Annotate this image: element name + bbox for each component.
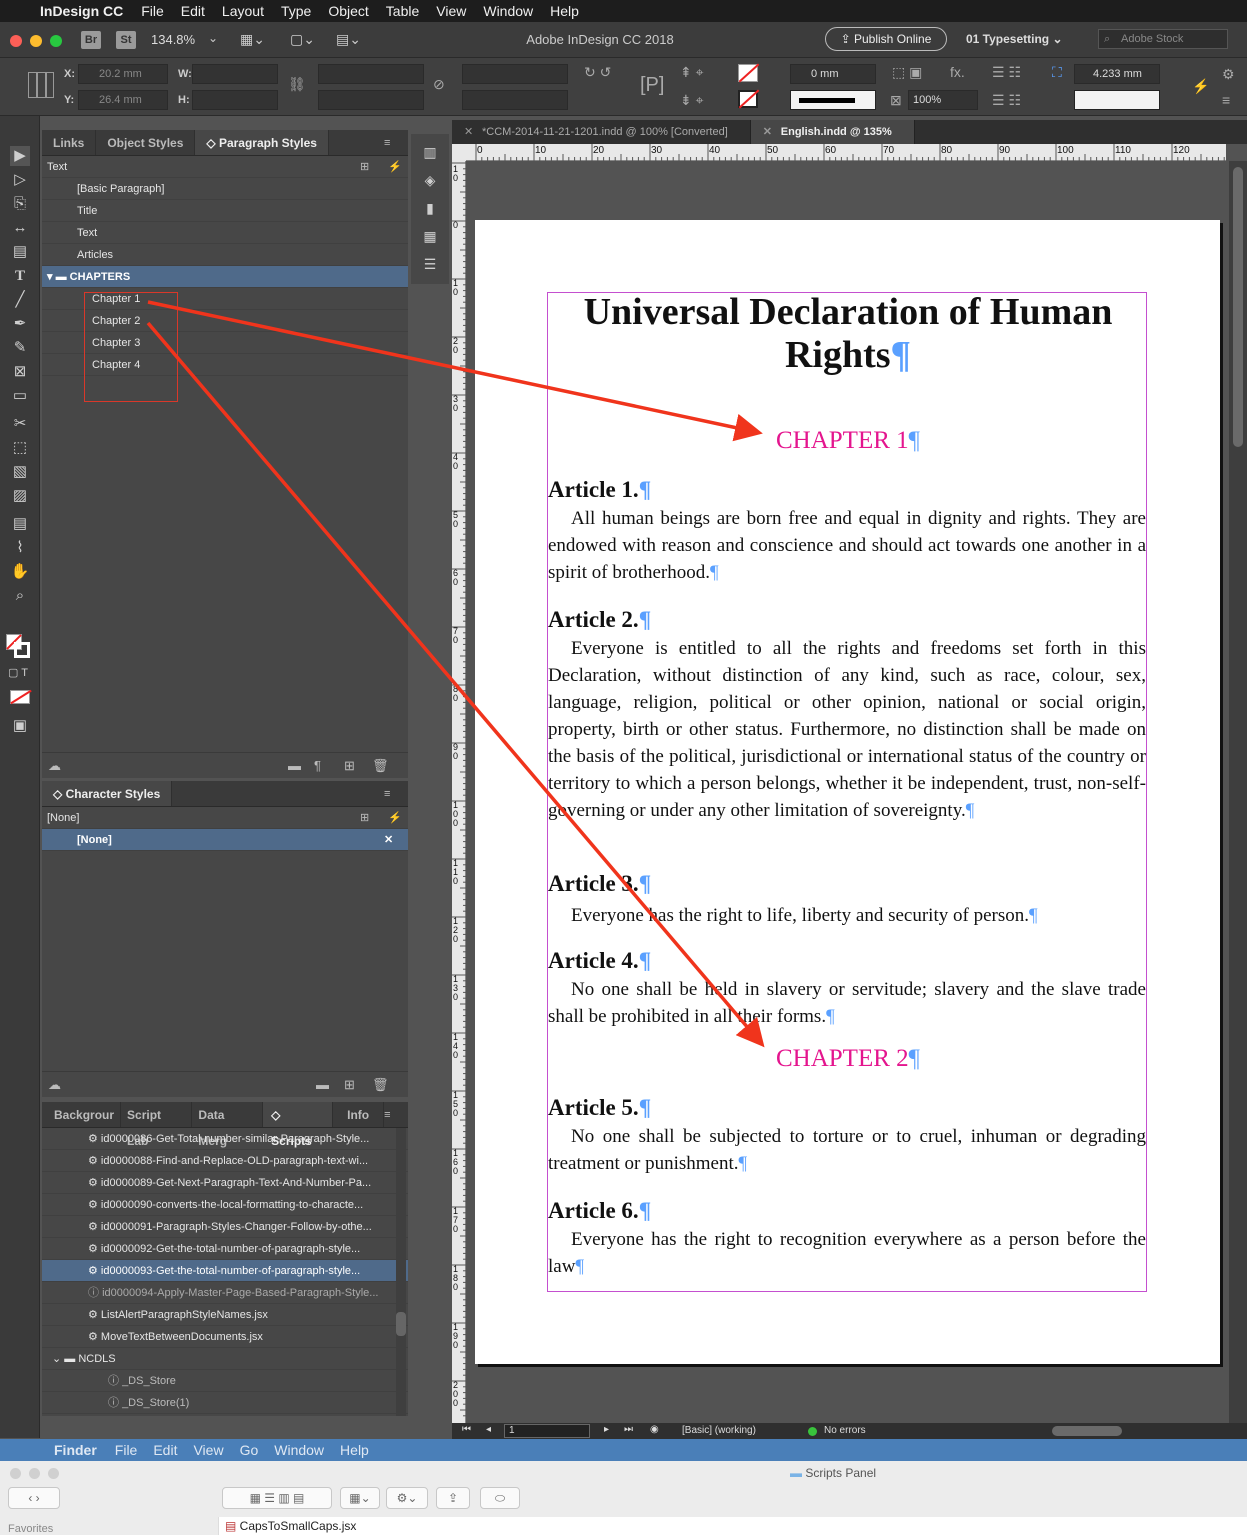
- script-file-icon: ▤: [225, 1519, 240, 1533]
- file-item-label: CapsToSmallCaps.jsx: [239, 1519, 357, 1533]
- previous-page-icon[interactable]: ◂: [486, 1424, 491, 1435]
- share-button[interactable]: ⇪: [436, 1487, 470, 1509]
- master-status[interactable]: [Basic] (working): [682, 1425, 756, 1436]
- sidebar-section-favorites: Favorites: [8, 1523, 54, 1535]
- minimize-window-button[interactable]: [29, 1468, 40, 1479]
- view-mode-buttons[interactable]: ▦ ☰ ▥ ▤: [222, 1487, 332, 1509]
- open-page-icon[interactable]: ◉: [650, 1424, 659, 1435]
- back-icon[interactable]: ‹: [28, 1491, 32, 1505]
- finder-menu-window[interactable]: Window: [274, 1442, 324, 1458]
- finder-menu-edit[interactable]: Edit: [153, 1442, 177, 1458]
- finder-menu-go[interactable]: Go: [240, 1442, 259, 1458]
- arrange-icon: ▦⌄: [349, 1491, 371, 1505]
- zoom-window-button[interactable]: [48, 1468, 59, 1479]
- preflight-status[interactable]: No errors: [824, 1425, 866, 1436]
- preflight-status-icon: [808, 1427, 817, 1436]
- annotation-arrows: [146, 300, 765, 1048]
- arrange-button[interactable]: ▦⌄: [340, 1487, 380, 1509]
- folder-icon: ▬: [790, 1466, 806, 1480]
- finder-window: ▬ Scripts Panel ‹ › ▦ ☰ ▥ ▤ ▦⌄ ⚙⌄ ⇪ ⬭ Fa…: [0, 1461, 1247, 1535]
- arrow-chapter-2: [146, 321, 765, 1048]
- tag-icon: ⬭: [494, 1491, 506, 1505]
- action-button[interactable]: ⚙⌄: [386, 1487, 428, 1509]
- finder-app-menu[interactable]: Finder: [54, 1442, 97, 1458]
- finder-window-title-text: Scripts Panel: [805, 1466, 877, 1480]
- first-page-icon[interactable]: ⏮: [462, 1424, 471, 1435]
- page-number-field[interactable]: 1: [504, 1424, 590, 1438]
- finder-window-title: ▬ Scripts Panel: [790, 1466, 876, 1480]
- finder-menu-file[interactable]: File: [115, 1442, 138, 1458]
- list-view-icon[interactable]: ☰: [264, 1491, 278, 1505]
- tag-button[interactable]: ⬭: [480, 1487, 520, 1509]
- finder-menu-bar: Finder File Edit View Go Window Help: [0, 1439, 1247, 1461]
- arrow-chapter-1: [147, 300, 763, 442]
- gear-icon: ⚙⌄: [396, 1491, 418, 1505]
- column-view-icon[interactable]: ▥: [278, 1491, 293, 1505]
- file-item[interactable]: ▤ CapsToSmallCaps.jsx: [225, 1519, 356, 1533]
- back-forward-buttons[interactable]: ‹ ›: [8, 1487, 60, 1509]
- finder-menu-help[interactable]: Help: [340, 1442, 369, 1458]
- finder-menu-view[interactable]: View: [193, 1442, 223, 1458]
- gallery-view-icon[interactable]: ▤: [293, 1491, 304, 1505]
- last-page-icon[interactable]: ⏭: [624, 1424, 633, 1435]
- next-page-icon[interactable]: ▸: [604, 1424, 609, 1435]
- horizontal-scrollbar-thumb[interactable]: [1052, 1426, 1122, 1436]
- forward-icon[interactable]: ›: [36, 1491, 40, 1505]
- close-window-button[interactable]: [10, 1468, 21, 1479]
- icon-view-icon[interactable]: ▦: [250, 1491, 265, 1505]
- file-list: ▤ CapsToSmallCaps.jsx: [218, 1517, 1247, 1535]
- status-bar: ⏮ ◂ 1 ▸ ⏭ ◉ [Basic] (working) No errors: [452, 1423, 1247, 1439]
- share-icon: ⇪: [447, 1491, 459, 1505]
